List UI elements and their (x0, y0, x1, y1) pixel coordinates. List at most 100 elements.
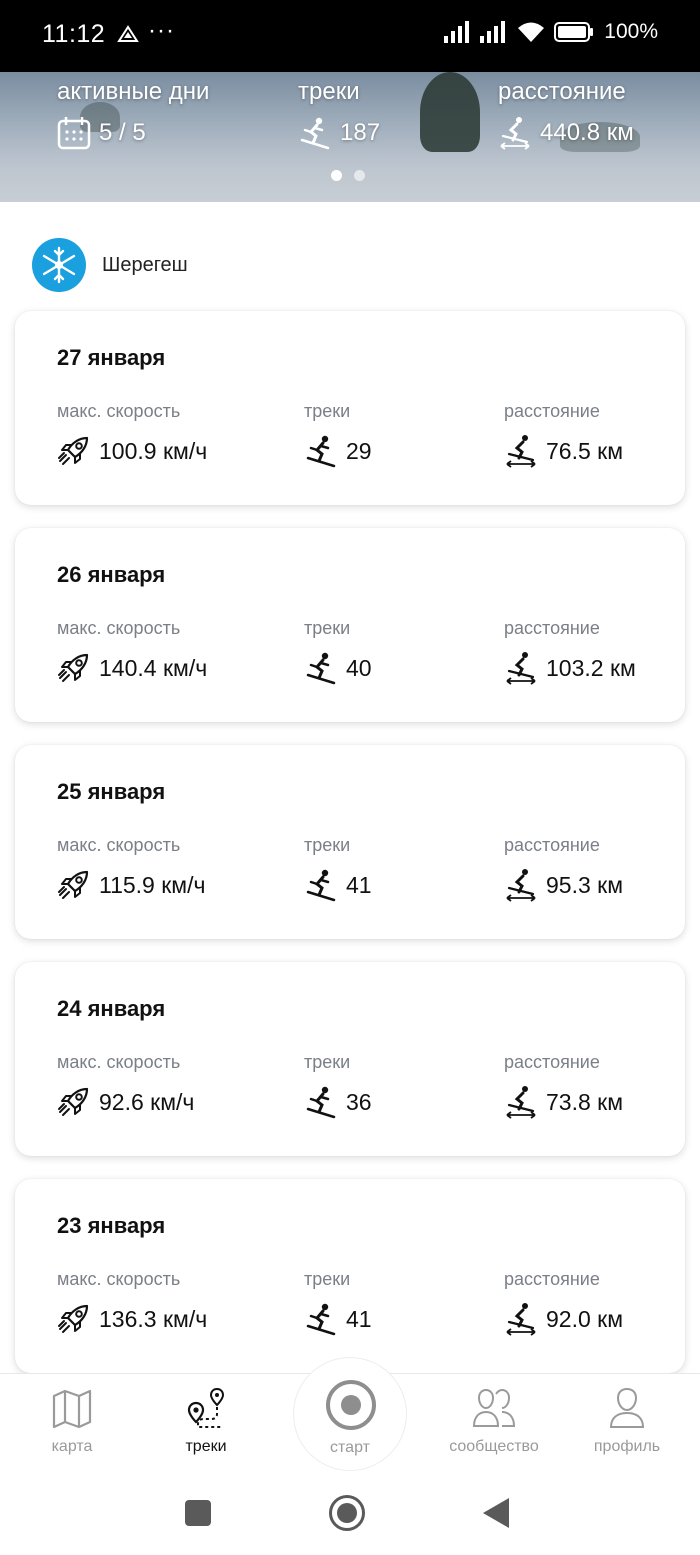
day-date: 24 января (57, 996, 166, 1021)
nav-tracks-label: треки (185, 1438, 227, 1455)
distance-stat: расстояние 103.2 км (504, 618, 636, 685)
tracks-label: треки (304, 401, 351, 421)
tracks-label: треки (304, 835, 351, 855)
distance-label: расстояние (504, 401, 600, 421)
record-icon (341, 1395, 361, 1415)
summary-active-days: активные дни 5 / 5 (57, 78, 209, 150)
rocket-icon (58, 436, 89, 465)
tracks-stat: треки 41 (304, 1269, 372, 1336)
summary-active-days-label: активные дни (57, 78, 210, 105)
day-date: 27 января (57, 345, 166, 370)
nav-start-label: старт (330, 1439, 370, 1456)
calendar-icon (57, 117, 91, 150)
max-speed-stat: макс. скорость 115.9 км/ч (57, 835, 206, 902)
distance-value: 95.3 км (546, 871, 624, 898)
battery-percent: 100% (604, 20, 658, 43)
skier-distance-icon (506, 652, 536, 685)
skier-icon (300, 117, 330, 150)
max-speed-stat: макс. скорость 100.9 км/ч (57, 401, 207, 468)
day-card[interactable]: 26 января макс. скорость 140.4 км/ч трек… (15, 528, 685, 722)
distance-value: 103.2 км (546, 654, 636, 681)
day-date: 23 января (57, 1213, 166, 1238)
day-card[interactable]: 24 января макс. скорость 92.6 км/ч треки (15, 962, 685, 1156)
tracks-label: треки (304, 1052, 351, 1072)
nav-tracks[interactable]: треки (141, 1386, 271, 1456)
skier-distance-icon (506, 1303, 536, 1336)
summary-active-days-value: 5 / 5 (99, 119, 146, 146)
nav-community[interactable]: сообщество (429, 1386, 559, 1456)
distance-value: 73.8 км (546, 1088, 624, 1115)
rocket-icon (58, 870, 89, 899)
distance-label: расстояние (504, 1269, 600, 1289)
skier-distance-icon (506, 435, 536, 468)
summary-tracks-value: 187 (340, 119, 381, 146)
tracks-stat: треки 40 (304, 618, 372, 685)
page-indicator (331, 170, 365, 181)
tracks-value: 41 (346, 871, 372, 898)
system-navigation (0, 1473, 700, 1555)
tracks-value: 40 (346, 654, 372, 681)
distance-label: расстояние (504, 618, 600, 638)
tracks-label: треки (304, 618, 351, 638)
nav-map[interactable]: карта (7, 1386, 137, 1456)
skier-distance-icon (506, 1086, 536, 1119)
tracks-stat: треки 41 (304, 835, 372, 902)
battery-icon (554, 22, 594, 42)
resort-header[interactable]: Шерегеш (32, 238, 188, 292)
resort-logo (32, 238, 86, 292)
notification-app-icon (117, 25, 139, 42)
tracks-value: 41 (346, 1305, 372, 1332)
summary-tracks: треки 187 (298, 78, 380, 150)
route-pin-icon (187, 1387, 225, 1428)
summary-distance-value: 440.8 км (540, 119, 634, 146)
distance-stat: расстояние 95.3 км (504, 835, 623, 902)
resort-name: Шерегеш (102, 253, 188, 276)
nav-map-label: карта (51, 1438, 93, 1455)
day-card[interactable]: 23 января макс. скорость 136.3 км/ч трек… (15, 1179, 685, 1373)
skier-distance-icon (500, 117, 530, 150)
bottom-navigation: карта треки старт сообщество профиль (0, 1357, 700, 1473)
snowflake-icon (42, 246, 76, 284)
max-speed-label: макс. скорость (57, 618, 181, 638)
status-more-icon: ··· (148, 17, 175, 44)
max-speed-label: макс. скорость (57, 1269, 181, 1289)
distance-value: 92.0 км (546, 1305, 624, 1332)
back-button[interactable] (483, 1498, 509, 1528)
nav-community-label: сообщество (449, 1438, 539, 1455)
max-speed-stat: макс. скорость 92.6 км/ч (57, 1052, 194, 1119)
max-speed-value: 140.4 км/ч (99, 654, 208, 681)
profile-icon (609, 1387, 645, 1428)
home-button[interactable] (329, 1495, 365, 1531)
distance-stat: расстояние 73.8 км (504, 1052, 623, 1119)
distance-stat: расстояние 76.5 км (504, 401, 623, 468)
max-speed-value: 92.6 км/ч (99, 1088, 195, 1115)
day-card[interactable]: 25 января макс. скорость 115.9 км/ч трек… (15, 745, 685, 939)
skier-icon (306, 1086, 336, 1119)
skier-icon (306, 652, 336, 685)
nav-profile-label: профиль (593, 1438, 661, 1455)
signal-icon-2 (480, 21, 506, 43)
distance-label: расстояние (504, 1052, 600, 1072)
day-card[interactable]: 27 января макс. скорость 100.9 км/ч трек… (15, 311, 685, 505)
map-icon (52, 1389, 92, 1429)
summary-distance-label: расстояние (498, 78, 626, 105)
distance-label: расстояние (504, 835, 600, 855)
max-speed-stat: макс. скорость 136.3 км/ч (57, 1269, 207, 1336)
start-button[interactable] (326, 1380, 376, 1430)
page-dot[interactable] (354, 170, 365, 181)
skier-icon (306, 435, 336, 468)
summary-banner[interactable]: активные дни 5 / 5 треки 187 расстояние … (0, 72, 700, 202)
recents-button[interactable] (185, 1500, 211, 1526)
community-icon (472, 1388, 516, 1427)
status-bar: 11:12 ··· 100% (0, 0, 700, 72)
distance-stat: расстояние 92.0 км (504, 1269, 623, 1336)
nav-profile[interactable]: профиль (562, 1386, 692, 1456)
distance-value: 76.5 км (546, 437, 624, 464)
tracks-value: 36 (346, 1088, 372, 1115)
rocket-icon (58, 1087, 89, 1116)
page-dot-active[interactable] (331, 170, 342, 181)
max-speed-value: 100.9 км/ч (99, 437, 208, 464)
tracks-stat: треки 36 (304, 1052, 372, 1119)
day-date: 26 января (57, 562, 166, 587)
max-speed-value: 136.3 км/ч (99, 1305, 208, 1332)
